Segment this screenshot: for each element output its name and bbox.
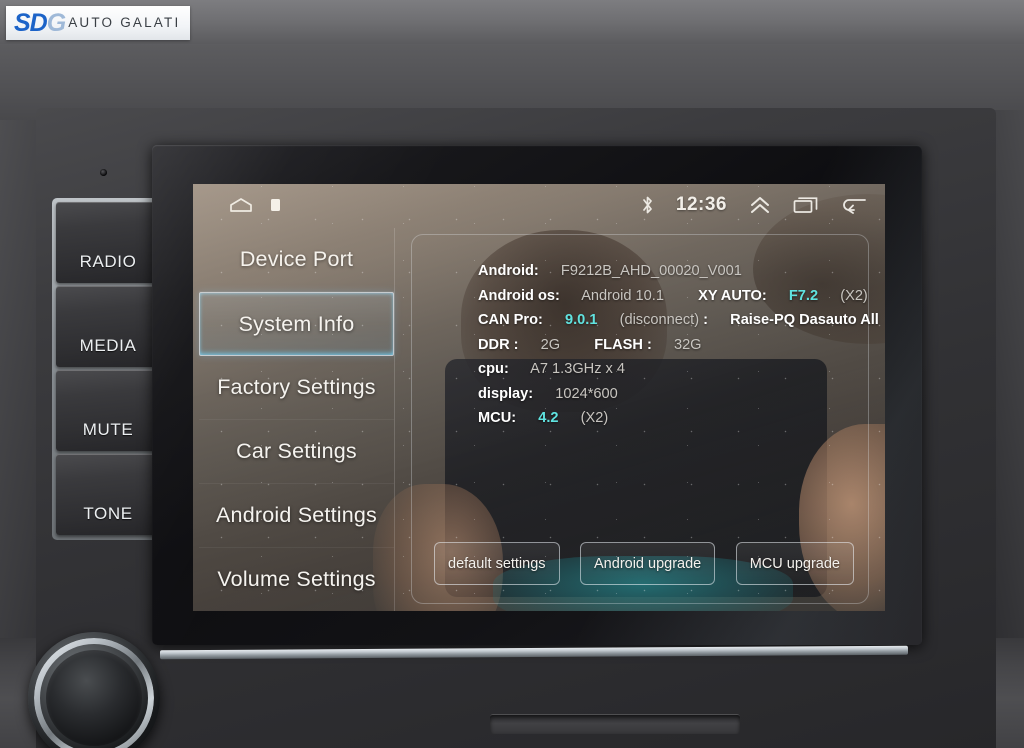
media-button-label: MEDIA (79, 336, 137, 355)
android-upgrade-label: Android upgrade (594, 555, 702, 572)
lcd-screen: 12:36 Device Port System Info Factory Se… (193, 184, 885, 611)
menu-item-label: Factory Settings (217, 375, 376, 399)
ddr-value: 2G (540, 336, 561, 353)
home-icon[interactable] (229, 197, 253, 213)
mute-button-label: MUTE (82, 420, 134, 439)
display-label: display: (478, 385, 534, 402)
info-row-android: Android: F9212B_AHD_00020_V001 (478, 259, 868, 284)
can-pro-state: (disconnect) (619, 312, 700, 328)
mcu-upgrade-button[interactable]: MCU upgrade (735, 542, 854, 585)
tone-button[interactable]: TONE (56, 454, 160, 535)
ddr-label: DDR : (478, 336, 519, 353)
logo-g-text: G (46, 8, 66, 37)
android-upgrade-button[interactable]: Android upgrade (580, 542, 716, 585)
android-os-value: Android 10.1 (581, 287, 664, 304)
radio-button[interactable]: RADIO (56, 202, 160, 283)
logo-sd-text: SD (14, 8, 48, 37)
mcu-label: MCU: (478, 410, 517, 426)
info-row-android-os: Android os: Android 10.1 XY AUTO: F7.2 (… (478, 284, 868, 309)
cpu-value: A7 1.3GHz x 4 (530, 361, 626, 377)
xy-auto-label: XY AUTO: (698, 287, 767, 304)
logo-brand-mark: SDG (14, 8, 66, 37)
radio-button-label: RADIO (79, 252, 137, 271)
menu-item-label: System Info (238, 311, 355, 336)
system-info-panel: Android: F9212B_AHD_00020_V001 Android o… (411, 234, 879, 604)
mute-button[interactable]: MUTE (56, 370, 160, 451)
status-clock: 12:36 (675, 194, 727, 215)
bluetooth-icon (641, 195, 654, 215)
disc-slot (490, 714, 740, 734)
menu-item-car-settings[interactable]: Car Settings (199, 420, 394, 484)
light-sensor-icon (100, 169, 107, 176)
mcu-upgrade-label: MCU upgrade (749, 555, 840, 572)
action-button-row: default settings Android upgrade MCU upg… (434, 542, 854, 585)
menu-item-system-info[interactable]: System Info (199, 292, 394, 356)
android-status-bar: 12:36 (193, 184, 885, 226)
xy-auto-suffix: (X2) (840, 287, 868, 304)
info-row-display: display: 1024*600 (478, 382, 868, 407)
info-row-mcu: MCU: 4.2 (X2) (478, 406, 868, 431)
stop-square-icon[interactable] (271, 199, 280, 211)
can-pro-value: 9.0.1 (565, 312, 598, 328)
menu-item-factory-settings[interactable]: Factory Settings (199, 356, 394, 420)
mcu-value: 4.2 (538, 410, 559, 426)
flash-value: 32G (673, 336, 702, 353)
photo-scene: RADIO MEDIA MUTE TONE 12:36 Device Port … (0, 0, 1024, 748)
can-pro-module: Raise-PQ Dasauto All (730, 312, 879, 328)
tone-button-label: TONE (83, 504, 133, 523)
settings-menu: Device Port System Info Factory Settings… (199, 228, 395, 611)
xy-auto-value: F7.2 (788, 287, 819, 304)
menu-item-label: Device Port (239, 247, 354, 271)
system-info-list: Android: F9212B_AHD_00020_V001 Android o… (478, 259, 879, 431)
menu-item-label: Volume Settings (217, 567, 376, 591)
can-pro-label: CAN Pro: (478, 312, 543, 328)
display-value: 1024*600 (555, 385, 618, 402)
menu-item-label: Car Settings (236, 439, 357, 463)
logo-subtitle: AUTO GALATI (68, 15, 181, 31)
dealer-watermark-logo: SDG AUTO GALATI (6, 6, 191, 40)
info-row-can-pro: CAN Pro: 9.0.1 (disconnect) : Raise-PQ D… (478, 308, 879, 333)
menu-item-volume-settings[interactable]: Volume Settings (199, 548, 394, 611)
android-os-label: Android os: (478, 287, 560, 304)
default-settings-button[interactable]: default settings (434, 542, 560, 585)
can-pro-separator: : (703, 312, 709, 328)
default-settings-label: default settings (448, 555, 546, 572)
menu-item-device-port[interactable]: Device Port (199, 228, 394, 292)
android-value: F9212B_AHD_00020_V001 (560, 263, 742, 279)
recent-apps-icon[interactable] (793, 196, 819, 214)
media-button[interactable]: MEDIA (56, 286, 160, 367)
menu-item-label: Android Settings (216, 503, 377, 527)
back-arrow-icon[interactable] (841, 196, 867, 214)
volume-knob-face (46, 650, 142, 746)
menu-item-android-settings[interactable]: Android Settings (199, 484, 394, 548)
hard-key-column: RADIO MEDIA MUTE TONE (52, 198, 164, 540)
mcu-suffix: (X2) (580, 410, 609, 426)
double-chevron-up-icon[interactable] (749, 195, 771, 215)
flash-label: FLASH : (594, 336, 652, 353)
cpu-label: cpu: (478, 361, 509, 377)
info-row-memory: DDR : 2G FLASH : 32G (478, 333, 868, 358)
android-label: Android: (478, 263, 539, 279)
info-row-cpu: cpu: A7 1.3GHz x 4 (478, 357, 868, 382)
